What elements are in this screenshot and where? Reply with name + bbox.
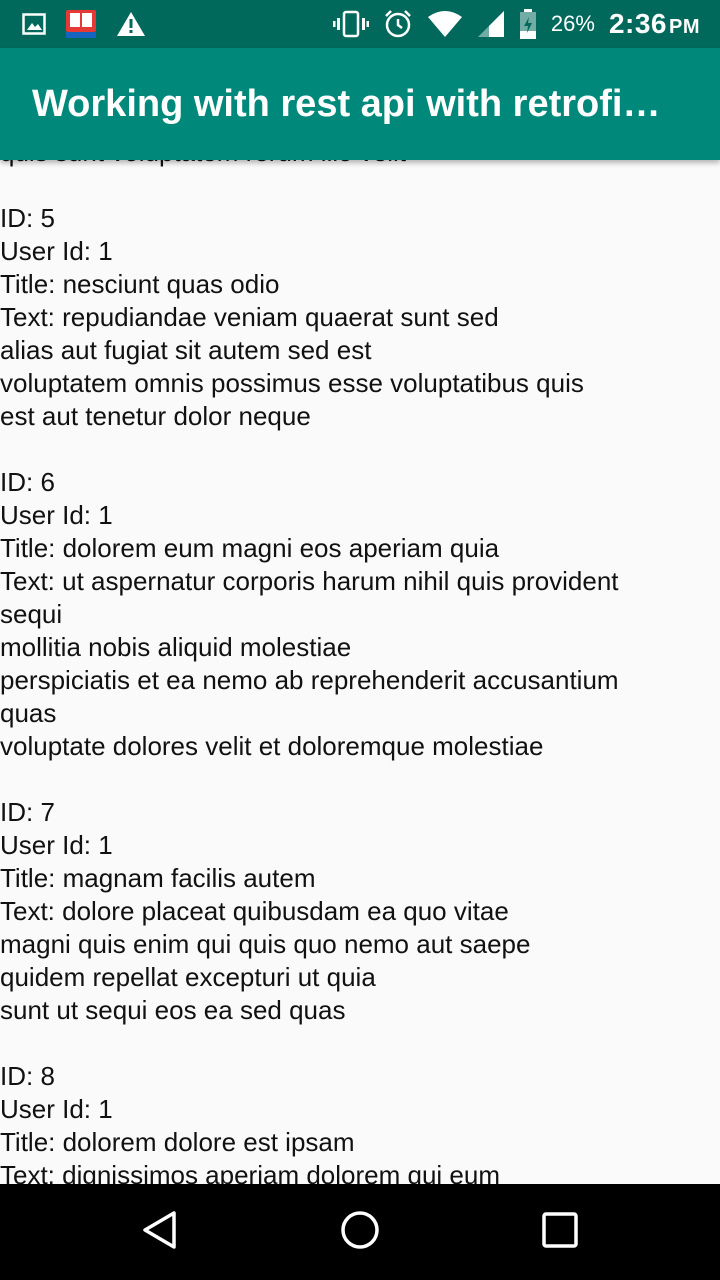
post-5: ID: 5 User Id: 1 Title: nesciunt quas od… bbox=[0, 202, 720, 433]
app-title: Working with rest api with retrofit... bbox=[32, 82, 662, 125]
post-text-line: Text: ut aspernatur corporis harum nihil… bbox=[0, 566, 619, 596]
post-text-line: magni quis enim qui quis quo nemo aut sa… bbox=[0, 929, 531, 959]
post-user-id: User Id: 1 bbox=[0, 500, 113, 530]
warning-icon bbox=[116, 11, 146, 37]
post-id: ID: 7 bbox=[0, 797, 55, 827]
clock-ampm: PM bbox=[669, 16, 700, 38]
post-title: Title: nesciunt quas odio bbox=[0, 269, 280, 299]
battery-percent: 26% bbox=[550, 11, 595, 36]
post-text-line: Text: dignissimos aperiam dolorem qui eu… bbox=[0, 1160, 500, 1184]
post-text-line: perspiciatis et ea nemo ab reprehenderit… bbox=[0, 665, 619, 695]
post-text-line: sunt ut sequi eos ea sed quas bbox=[0, 995, 346, 1025]
post-text-line: quidem repellat excepturi ut quia bbox=[0, 962, 376, 992]
recents-button[interactable] bbox=[536, 1208, 584, 1256]
post-text-line: Text: repudiandae veniam quaerat sunt se… bbox=[0, 302, 499, 332]
post-8: ID: 8 User Id: 1 Title: dolorem dolore e… bbox=[0, 1060, 720, 1184]
home-button[interactable] bbox=[336, 1208, 384, 1256]
recents-square-icon bbox=[541, 1211, 579, 1254]
battery-icon bbox=[519, 9, 537, 39]
post-id: ID: 6 bbox=[0, 467, 55, 497]
post-text-line: voluptatem omnis possimus esse voluptati… bbox=[0, 368, 584, 398]
vibrate-icon bbox=[332, 10, 369, 38]
post-title: Title: dolorem dolore est ipsam bbox=[0, 1127, 355, 1157]
post-text-line: sequi bbox=[0, 599, 63, 629]
partial-top-line: quis sunt voluptatem rerum illo velit bbox=[0, 160, 720, 169]
post-text-line: Text: dolore placeat quibusdam ea quo vi… bbox=[0, 896, 509, 926]
clock: 2:36 PM bbox=[609, 8, 700, 40]
alarm-icon bbox=[383, 9, 413, 39]
clock-time: 2:36 bbox=[608, 8, 667, 39]
navigation-bar bbox=[0, 1184, 720, 1280]
wifi-icon bbox=[427, 10, 463, 38]
post-text-line: mollitia nobis aliquid molestiae bbox=[0, 632, 352, 662]
post-id: ID: 5 bbox=[0, 203, 55, 233]
post-text-line: alias aut fugiat sit autem sed est bbox=[0, 335, 372, 365]
post-user-id: User Id: 1 bbox=[0, 236, 113, 266]
gallery-icon bbox=[22, 13, 46, 35]
app-notification-icon bbox=[64, 8, 98, 40]
status-bar: 26% 2:36 PM bbox=[0, 0, 720, 48]
app-bar: Working with rest api with retrofit... bbox=[0, 48, 720, 160]
post-text-line: quas bbox=[0, 698, 57, 728]
back-button[interactable] bbox=[136, 1208, 184, 1256]
signal-icon bbox=[477, 10, 505, 38]
back-triangle-icon bbox=[140, 1210, 180, 1255]
post-user-id: User Id: 1 bbox=[0, 1094, 113, 1124]
post-id: ID: 8 bbox=[0, 1061, 55, 1091]
post-text-line: est aut tenetur dolor neque bbox=[0, 401, 311, 431]
post-user-id: User Id: 1 bbox=[0, 830, 113, 860]
post-text-line: voluptate dolores velit et doloremque mo… bbox=[0, 731, 544, 761]
post-7: ID: 7 User Id: 1 Title: magnam facilis a… bbox=[0, 796, 720, 1027]
posts-text: quis sunt voluptatem rerum illo velit ID… bbox=[0, 160, 720, 1184]
post-6: ID: 6 User Id: 1 Title: dolorem eum magn… bbox=[0, 466, 720, 763]
post-title: Title: magnam facilis autem bbox=[0, 863, 316, 893]
home-circle-icon bbox=[339, 1209, 381, 1256]
posts-scroll-view[interactable]: quis sunt voluptatem rerum illo velit ID… bbox=[0, 160, 720, 1184]
post-title: Title: dolorem eum magni eos aperiam qui… bbox=[0, 533, 500, 563]
